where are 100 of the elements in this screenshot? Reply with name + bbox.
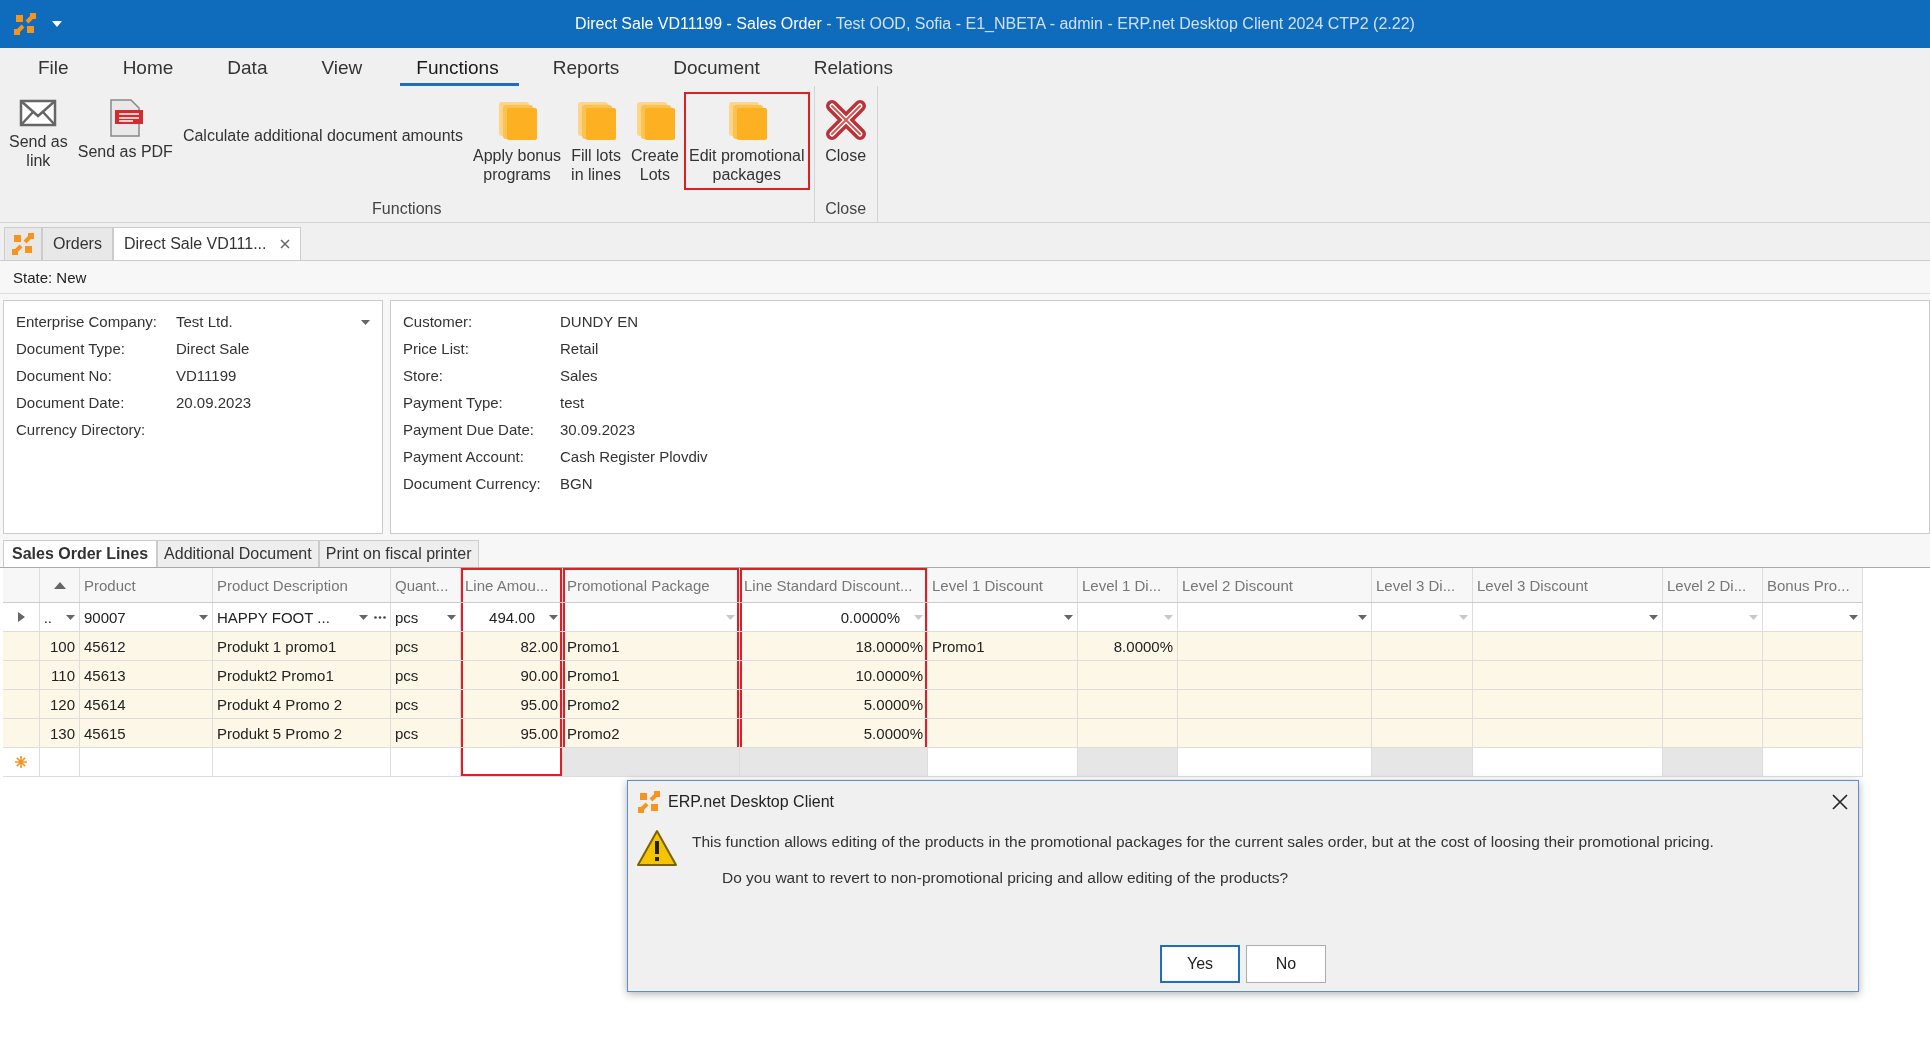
dialog-button[interactable]: Yes	[1160, 945, 1240, 983]
table-cell: 45613	[84, 666, 126, 684]
table-cell: pcs	[395, 666, 419, 684]
dropdown-arrow-icon[interactable]	[1649, 614, 1658, 620]
table-cell: 494.00	[489, 608, 535, 626]
grid-tab[interactable]: Additional Document	[157, 540, 319, 567]
table-cell: 120	[49, 695, 75, 713]
field-value: BGN	[560, 474, 593, 494]
ribbon-button[interactable]: Fill lots in lines	[566, 92, 626, 190]
dropdown-arrow-icon[interactable]	[52, 21, 62, 27]
dropdown-arrow-icon[interactable]	[1849, 614, 1858, 620]
table-cell: 5.0000%	[863, 695, 923, 713]
envelope-icon	[19, 98, 58, 128]
field-value: 20.09.2023	[176, 393, 253, 413]
dropdown-arrow-icon[interactable]	[1064, 614, 1073, 620]
ribbon-button[interactable]: Edit promotional packages	[683, 92, 810, 190]
table-cell: 45612	[84, 637, 126, 655]
table-row[interactable]: 120 45614 Produkt 4 Promo 2 pcs 95.00 Promo2 5.0000%	[3, 690, 1863, 719]
column-header[interactable]: Line Amou...	[461, 568, 563, 602]
ellipsis-icon[interactable]	[374, 615, 386, 619]
field-value: Cash Register Plovdiv	[560, 447, 708, 467]
ribbon-button[interactable]: Create Lots	[625, 92, 684, 190]
table-cell: Promo1	[567, 637, 620, 655]
table-cell: Promo1	[567, 666, 620, 684]
column-header[interactable]: Level 1 Di...	[1078, 568, 1178, 602]
table-cell: pcs	[395, 695, 419, 713]
dropdown-arrow-icon[interactable]	[447, 614, 456, 620]
close-icon	[823, 98, 868, 142]
group-label: Functions	[371, 200, 443, 219]
ribbon-button[interactable]: Calculate additional document amounts	[177, 92, 469, 164]
ribbon-button[interactable]: Send as PDF	[72, 92, 178, 167]
table-cell: 90.00	[520, 666, 558, 684]
table-cell: ..	[43, 608, 52, 626]
menu-tab[interactable]: Home	[106, 57, 194, 86]
app-logo-icon	[12, 233, 34, 255]
field-label: Store:	[403, 366, 445, 386]
table-cell: 95.00	[520, 695, 558, 713]
menu-tab[interactable]: Document	[657, 57, 780, 86]
column-header[interactable]: Bonus Pro...	[1763, 568, 1863, 602]
menu-tab[interactable]: Relations	[797, 57, 914, 86]
ribbon-button[interactable]: Close	[818, 92, 873, 171]
column-header[interactable]: Promotional Package	[563, 568, 740, 602]
column-header[interactable]: Level 3 Di...	[1372, 568, 1473, 602]
column-header[interactable]: Level 2 Discount	[1178, 568, 1372, 602]
column-header[interactable]: Product Description	[213, 568, 391, 602]
column-header[interactable]: Line Standard Discount...	[740, 568, 928, 602]
field-value: VD11199	[176, 366, 238, 386]
ribbon-button[interactable]: Apply bonus programs	[468, 92, 567, 190]
window-tab[interactable]: Direct Sale VD111...	[112, 227, 302, 260]
field-label: Payment Due Date:	[403, 420, 535, 440]
menu-tab[interactable]: File	[22, 57, 89, 86]
dialog-title: ERP.net Desktop Client	[668, 793, 835, 811]
grid-tab[interactable]: Sales Order Lines	[3, 540, 158, 567]
field-label: Document No:	[16, 366, 113, 386]
dropdown-arrow-icon[interactable]	[361, 319, 370, 325]
dropdown-arrow-icon[interactable]	[359, 614, 368, 620]
dialog-message: This function allows editing of the products in the promotional packages for the current sales order, but at the cost of loosing their promotional pricing.	[692, 833, 1714, 851]
menu-tab[interactable]: Reports	[536, 57, 640, 86]
sort-ascending-icon[interactable]	[53, 581, 66, 589]
table-row[interactable]: 100 45612 Produkt 1 promo1 pcs 82.00 Promo1 18.0000% Promo1 8.0000%	[3, 632, 1863, 661]
dialog-button[interactable]: No	[1246, 945, 1326, 983]
table-cell: 18.0000%	[855, 637, 923, 655]
table-cell: Promo2	[567, 695, 620, 713]
column-header[interactable]: Level 2 Di...	[1663, 568, 1763, 602]
table-cell: Produkt 1 promo1	[217, 637, 337, 655]
dropdown-arrow-icon[interactable]	[199, 614, 208, 620]
dropdown-arrow-icon[interactable]	[549, 614, 558, 620]
table-cell: Promo1	[932, 637, 985, 655]
field-value: Direct Sale	[176, 339, 251, 359]
field-label: Payment Account:	[403, 447, 525, 467]
field-label: Document Date:	[16, 393, 126, 413]
table-cell: 10.0000%	[855, 666, 923, 684]
table-cell: Produkt 5 Promo 2	[217, 724, 343, 742]
menu-tab[interactable]: Data	[211, 57, 288, 86]
table-row[interactable]: 110 45613 Produkt2 Promo1 pcs 90.00 Promo1 10.0000%	[3, 661, 1863, 690]
column-header[interactable]: Product	[80, 568, 213, 602]
column-header[interactable]: Level 3 Discount	[1473, 568, 1663, 602]
table-cell: 45615	[84, 724, 126, 742]
column-header[interactable]: Quant...	[391, 568, 461, 602]
ribbon-button[interactable]: Send as link	[4, 92, 73, 176]
window-tab[interactable]: Orders	[42, 227, 113, 260]
table-cell: 90007	[84, 608, 126, 626]
group-label: Close	[824, 200, 868, 219]
window-title: Direct Sale VD11199 - Sales Order - Test OOD, Sofia - E1_NBETA - admin - ERP.net Desktop Client 2024 CTP2 (2.22)	[574, 15, 1416, 33]
table-row[interactable]: 130 45615 Produkt 5 Promo 2 pcs 95.00 Promo2 5.0000%	[3, 719, 1863, 748]
field-value: Retail	[560, 339, 599, 359]
app-logo-icon	[14, 13, 36, 35]
column-header[interactable]: Level 1 Discount	[928, 568, 1078, 602]
field-value: test	[560, 393, 585, 413]
table-cell: pcs	[395, 724, 419, 742]
grid-tab[interactable]: Print on fiscal printer	[318, 540, 479, 567]
dropdown-arrow-icon[interactable]	[1358, 614, 1367, 620]
dropdown-field[interactable]: Test Ltd.	[176, 311, 370, 333]
table-cell: 95.00	[520, 724, 558, 742]
field-label: Price List:	[403, 339, 470, 359]
menu-tab[interactable]: View	[305, 57, 383, 86]
new-row-icon	[15, 756, 27, 768]
table-cell: 100	[49, 637, 75, 655]
dropdown-arrow-icon[interactable]	[66, 614, 75, 620]
close-icon[interactable]	[1832, 794, 1848, 810]
